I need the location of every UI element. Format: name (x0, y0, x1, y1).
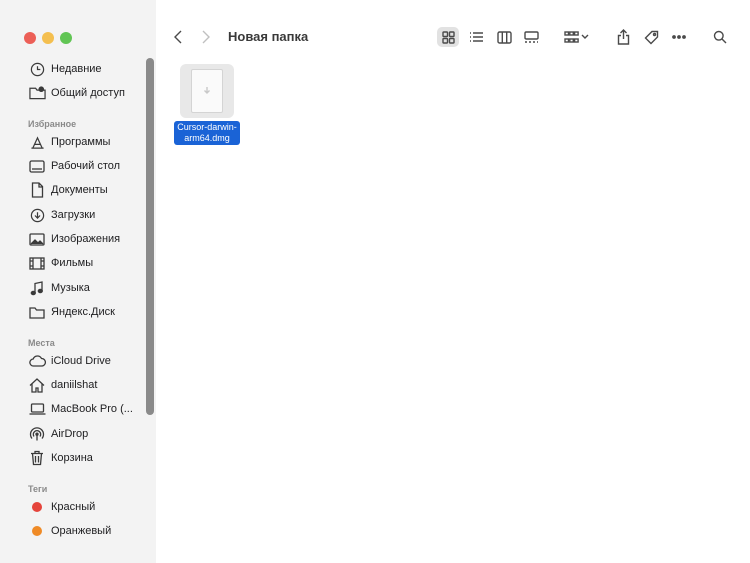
grid-view-icon (441, 30, 455, 44)
desktop-icon (28, 158, 46, 174)
sidebar-item-label: Корзина (51, 452, 93, 464)
applications-icon (28, 134, 46, 150)
file-thumbnail[interactable] (180, 64, 234, 118)
sidebar-item-label: Красный (51, 501, 96, 513)
trash-icon (28, 450, 46, 466)
more-button[interactable] (668, 27, 690, 47)
sidebar-item-shared[interactable]: Общий доступ (28, 83, 125, 103)
folder-icon (28, 304, 46, 320)
tag-icon (644, 30, 658, 44)
share-button[interactable] (612, 27, 634, 47)
column-view-icon (496, 30, 512, 44)
sidebar-item-label: Музыка (51, 282, 90, 294)
zoom-window-button[interactable] (60, 32, 72, 44)
sidebar-item-movies[interactable]: Фильмы (28, 253, 93, 273)
gallery-view-button[interactable] (520, 27, 542, 47)
minimize-window-button[interactable] (42, 32, 54, 44)
clock-icon (28, 61, 46, 77)
finder-window: Недавние Общий доступ Избранное Программ… (0, 0, 750, 563)
sidebar-item-recents[interactable]: Недавние (28, 59, 102, 79)
sidebar-scrollbar[interactable] (146, 58, 154, 415)
file-item[interactable]: Cursor-darwin- arm64.dmg (168, 64, 246, 146)
sidebar-item-applications[interactable]: Программы (28, 132, 110, 152)
sidebar-item-desktop[interactable]: Рабочий стол (28, 156, 120, 176)
home-icon (28, 377, 46, 393)
sidebar-item-label: Недавние (51, 63, 102, 75)
sidebar-item-label: iCloud Drive (51, 355, 111, 367)
sidebar-item-pictures[interactable]: Изображения (28, 229, 120, 249)
orange-tag-icon (32, 526, 42, 536)
sidebar-item-downloads[interactable]: Загрузки (28, 205, 95, 225)
dmg-file-icon (191, 69, 223, 113)
sidebar-item-music[interactable]: Музыка (28, 278, 90, 298)
sidebar-item-label: Оранжевый (51, 525, 112, 537)
chevron-down-icon (581, 34, 588, 39)
search-button[interactable] (709, 27, 731, 47)
sidebar-item-label: MacBook Pro (... (51, 403, 133, 415)
forward-button[interactable] (198, 27, 214, 47)
sidebar-item-label: Программы (51, 136, 111, 148)
sidebar-item-label: Загрузки (51, 209, 96, 221)
icon-view-button[interactable] (437, 27, 459, 47)
music-note-icon (28, 280, 46, 296)
sidebar-item-label: AirDrop (51, 428, 89, 440)
section-locations: Места (28, 338, 55, 348)
download-icon (28, 207, 46, 223)
sidebar-item-trash[interactable]: Корзина (28, 448, 93, 468)
ellipsis-icon (672, 35, 686, 39)
sidebar-item-yandex-disk[interactable]: Яндекс.Диск (28, 302, 115, 322)
sidebar-item-label: Рабочий стол (51, 160, 121, 172)
chevron-left-icon (174, 30, 182, 44)
group-by-button[interactable] (562, 27, 590, 47)
list-view-button[interactable] (465, 27, 487, 47)
red-tag-icon (32, 502, 42, 512)
sidebar-item-tag-orange[interactable]: Оранжевый (28, 521, 111, 541)
sidebar: Недавние Общий доступ Избранное Программ… (0, 0, 156, 563)
sidebar-item-tag-red[interactable]: Красный (28, 497, 95, 517)
sidebar-item-documents[interactable]: Документы (28, 180, 108, 200)
gallery-view-icon (523, 30, 539, 43)
airdrop-icon (28, 426, 46, 442)
photo-icon (28, 231, 46, 247)
back-button[interactable] (170, 27, 186, 47)
file-name-line1: Cursor-darwin- (177, 122, 237, 132)
chevron-right-icon (202, 30, 210, 44)
laptop-icon (28, 401, 46, 417)
share-icon (617, 29, 629, 45)
film-icon (28, 255, 46, 271)
document-icon (28, 182, 46, 198)
column-view-button[interactable] (493, 27, 515, 47)
sidebar-item-home[interactable]: daniilshat (28, 375, 97, 395)
group-icon (563, 30, 579, 43)
sidebar-item-label: Изображения (51, 233, 121, 245)
cloud-icon (28, 353, 46, 369)
search-icon (713, 30, 727, 44)
sidebar-item-label: Фильмы (51, 257, 94, 269)
tag-button[interactable] (640, 27, 662, 47)
sidebar-item-label: daniilshat (51, 379, 98, 391)
sidebar-item-label: Документы (51, 184, 108, 196)
section-tags: Теги (28, 484, 48, 494)
sidebar-item-macbook[interactable]: MacBook Pro (... (28, 399, 133, 419)
sidebar-item-label: Общий доступ (51, 87, 125, 99)
sidebar-item-airdrop[interactable]: AirDrop (28, 424, 88, 444)
shared-folder-icon (28, 85, 46, 101)
window-title: Новая папка (228, 29, 309, 44)
file-name-label[interactable]: Cursor-darwin- arm64.dmg (174, 121, 240, 145)
section-favorites: Избранное (28, 119, 77, 129)
list-view-icon (470, 32, 483, 42)
close-window-button[interactable] (24, 32, 36, 44)
sidebar-item-icloud[interactable]: iCloud Drive (28, 351, 111, 371)
sidebar-item-label: Яндекс.Диск (51, 306, 115, 318)
file-name-line2: arm64.dmg (184, 133, 230, 143)
